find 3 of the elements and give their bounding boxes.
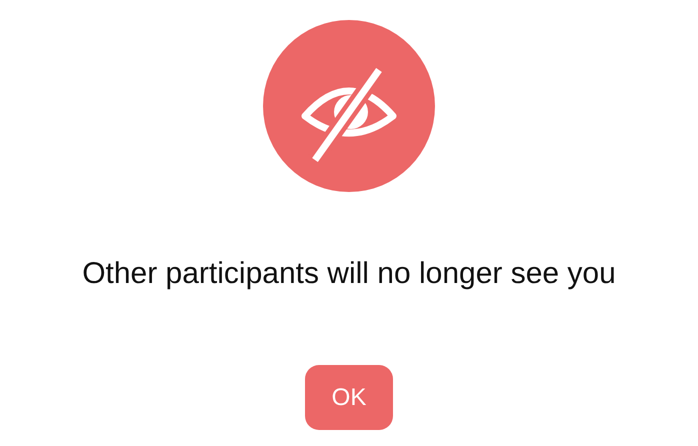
message-text: Other participants will no longer see you: [82, 256, 616, 292]
ok-button[interactable]: OK: [305, 365, 393, 430]
hidden-eye-icon: [263, 20, 435, 192]
